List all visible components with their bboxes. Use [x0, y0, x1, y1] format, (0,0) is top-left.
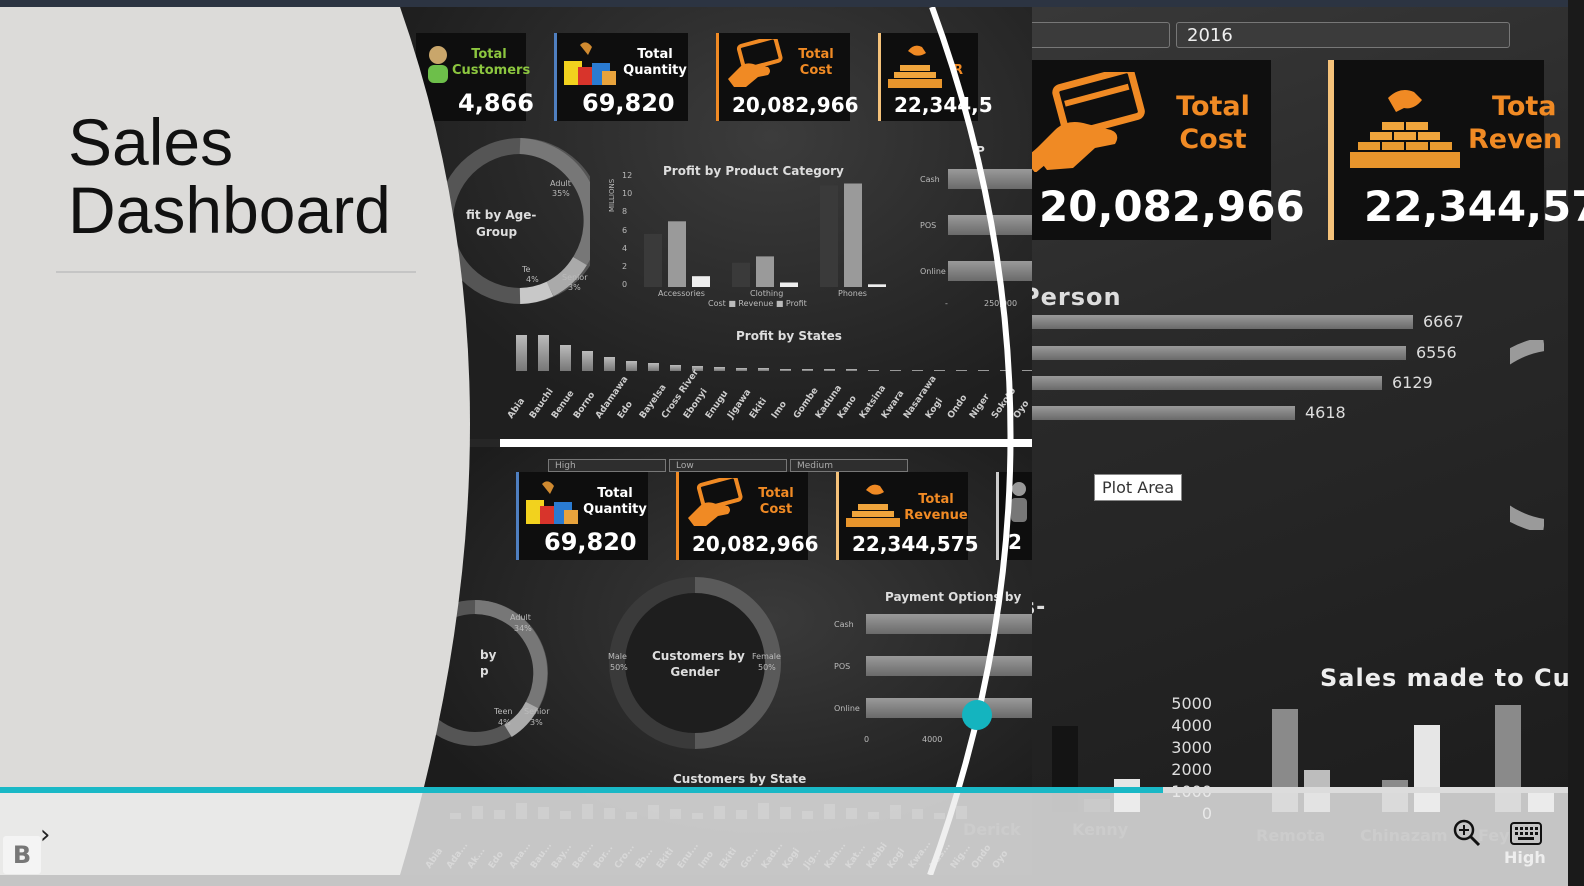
kpi-title-line: Reven	[1468, 124, 1563, 155]
kpi-title: Tota Reven	[1468, 90, 1563, 156]
high-label: High	[1504, 848, 1546, 867]
sales-y-tick: 3000	[1171, 738, 1212, 757]
next-slide-arrow-icon[interactable]: ›	[40, 820, 50, 850]
kpi-title-line: Cost	[1179, 124, 1247, 155]
salesperson-bar	[1030, 406, 1295, 420]
sales-customer-chart-title: Sales made to Cu	[1320, 664, 1571, 692]
sales-y-tick: 4000	[1171, 716, 1212, 735]
salesperson-bar	[1030, 315, 1413, 329]
customer-name-label: Kenny	[1072, 820, 1129, 839]
plot-area-tooltip: Plot Area	[1094, 474, 1183, 501]
kpi-total-revenue-large: Tota Reven 22,344,57	[1328, 60, 1584, 240]
salesperson-bar-label: 6129	[1392, 373, 1433, 392]
zoom-in-icon[interactable]	[1452, 818, 1482, 848]
customer-name-label: Remota	[1256, 826, 1326, 845]
gold-coins-icon	[1350, 90, 1460, 168]
kpi-accent-bar	[1328, 60, 1334, 240]
salesperson-bar-label: 6667	[1423, 312, 1464, 331]
pointer-dot	[962, 700, 992, 730]
kpi-value: 22,344,57	[1364, 182, 1584, 231]
customer-name-label: Chinazam	[1360, 826, 1448, 845]
presentation-bottom-bar	[0, 793, 1568, 886]
window-top-bar	[0, 0, 1568, 7]
partial-donut-chart	[1510, 340, 1544, 530]
kpi-title-line: Total	[1176, 91, 1250, 122]
salesperson-bar	[1030, 376, 1382, 390]
slide-title: Sales Dashboard	[68, 108, 391, 244]
slide-title-line: Sales	[68, 105, 234, 179]
salesperson-bar-label: 6556	[1416, 343, 1457, 362]
kpi-value: 20,082,966	[1039, 182, 1305, 231]
slide-title-line: Dashboard	[68, 173, 391, 247]
title-underline	[56, 271, 416, 273]
customer-name-label: Derick	[963, 820, 1021, 839]
salesperson-bar	[1030, 346, 1406, 360]
kpi-title: Total Cost	[1163, 90, 1263, 156]
app-logo-icon[interactable]: B	[3, 836, 41, 874]
year-slicer-2016[interactable]: 2016	[1176, 22, 1510, 48]
sales-y-tick: 2000	[1171, 760, 1212, 779]
salesperson-bar-label: 4618	[1305, 403, 1346, 422]
keyboard-icon[interactable]	[1510, 822, 1542, 846]
kpi-title-line: Tota	[1492, 91, 1557, 122]
sales-y-tick: 5000	[1171, 694, 1212, 713]
